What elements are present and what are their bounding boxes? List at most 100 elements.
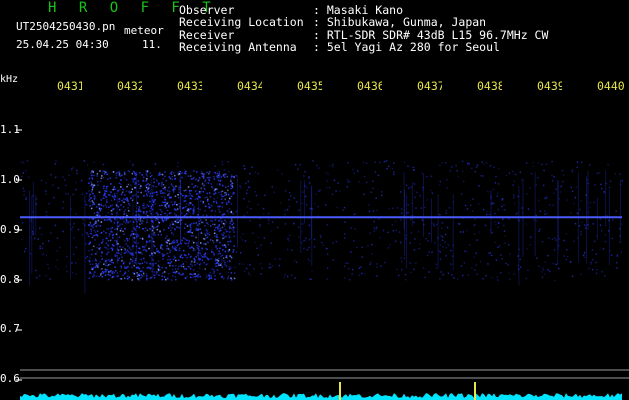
burst-speck (158, 174, 160, 176)
noise-speck (565, 233, 567, 235)
noise-speck (211, 268, 213, 270)
burst-speck (218, 173, 221, 175)
noise-speck (66, 255, 68, 258)
burst-speck (214, 278, 216, 280)
noise-speck (143, 275, 145, 277)
noise-speck (529, 244, 531, 246)
noise-speck (489, 165, 492, 167)
noise-speck (356, 246, 358, 249)
burst-speck (222, 184, 224, 187)
noise-speck (447, 244, 450, 246)
noise-speck (286, 209, 289, 211)
noise-speck (538, 230, 540, 232)
burst-speck (224, 219, 226, 221)
burst-speck (193, 222, 195, 225)
burst-speck (134, 233, 136, 235)
noise-speck (185, 173, 187, 175)
noise-speck (551, 160, 553, 163)
burst-speck (104, 271, 106, 273)
noise-speck (421, 219, 424, 221)
burst-speck (195, 178, 197, 181)
noise-speck (616, 267, 618, 269)
burst-speck (229, 240, 232, 243)
burst-speck (120, 186, 122, 188)
burst-speck (166, 235, 168, 238)
burst-speck (110, 230, 112, 233)
noise-speck (312, 160, 314, 162)
burst-speck (146, 183, 148, 186)
burst-speck (200, 231, 203, 234)
burst-speck (201, 221, 203, 224)
noise-speck (563, 239, 565, 242)
burst-speck (161, 204, 163, 207)
burst-speck (118, 252, 120, 254)
noise-speck (98, 212, 100, 214)
noise-speck (42, 242, 44, 245)
burst-speck (110, 183, 112, 185)
noise-speck (571, 275, 574, 277)
noise-speck (66, 270, 68, 273)
noise-speck (525, 223, 527, 225)
noise-speck (313, 246, 316, 248)
burst-speck (144, 227, 147, 229)
burst-speck (171, 264, 174, 267)
noise-speck (608, 186, 611, 189)
burst-speck (146, 277, 148, 280)
noise-speck (611, 237, 613, 240)
noise-speck (593, 201, 595, 204)
burst-speck (121, 174, 123, 177)
burst-speck (201, 259, 204, 261)
noise-speck (410, 218, 412, 221)
noise-speck (467, 274, 470, 276)
noise-speck (555, 239, 557, 241)
noise-speck (326, 180, 329, 182)
noise-speck (381, 191, 383, 193)
burst-speck (120, 228, 123, 230)
burst-speck (121, 223, 123, 225)
burst-speck (119, 218, 122, 220)
burst-speck (112, 171, 115, 173)
burst-speck (114, 228, 116, 230)
noise-speck (453, 277, 455, 279)
noise-speck (504, 235, 506, 237)
burst-speck (226, 255, 228, 257)
noise-speck (375, 228, 377, 230)
burst-speck (147, 205, 150, 207)
burst-speck (153, 231, 156, 234)
burst-speck (161, 210, 163, 213)
noise-speck (592, 223, 594, 225)
burst-speck (193, 273, 195, 275)
burst-speck (216, 248, 218, 250)
burst-speck (90, 225, 93, 227)
noise-speck (55, 265, 57, 267)
burst-speck (94, 253, 97, 255)
noise-speck (415, 207, 417, 209)
noise-speck (445, 212, 447, 214)
burst-speck (92, 201, 94, 204)
burst-speck (107, 245, 110, 247)
noise-speck (499, 245, 501, 247)
burst-speck (216, 234, 218, 236)
burst-speck (96, 246, 99, 249)
burst-speck (217, 179, 220, 182)
noise-speck (304, 171, 306, 173)
noise-speck (478, 185, 480, 187)
burst-speck (159, 209, 162, 211)
burst-speck (194, 275, 196, 278)
burst-speck (131, 279, 133, 281)
noise-speck (305, 195, 307, 198)
noise-speck (584, 251, 586, 254)
burst-speck (152, 185, 154, 187)
burst-speck (224, 194, 226, 197)
noise-speck (497, 222, 499, 224)
burst-speck (227, 241, 229, 243)
burst-speck (201, 256, 204, 258)
noise-speck (512, 170, 514, 173)
burst-speck (223, 213, 225, 215)
burst-speck (205, 247, 207, 250)
noise-speck (467, 164, 469, 166)
noise-speck (363, 161, 365, 164)
noise-speck (462, 231, 465, 233)
burst-speck (214, 227, 217, 229)
burst-speck (129, 252, 131, 255)
